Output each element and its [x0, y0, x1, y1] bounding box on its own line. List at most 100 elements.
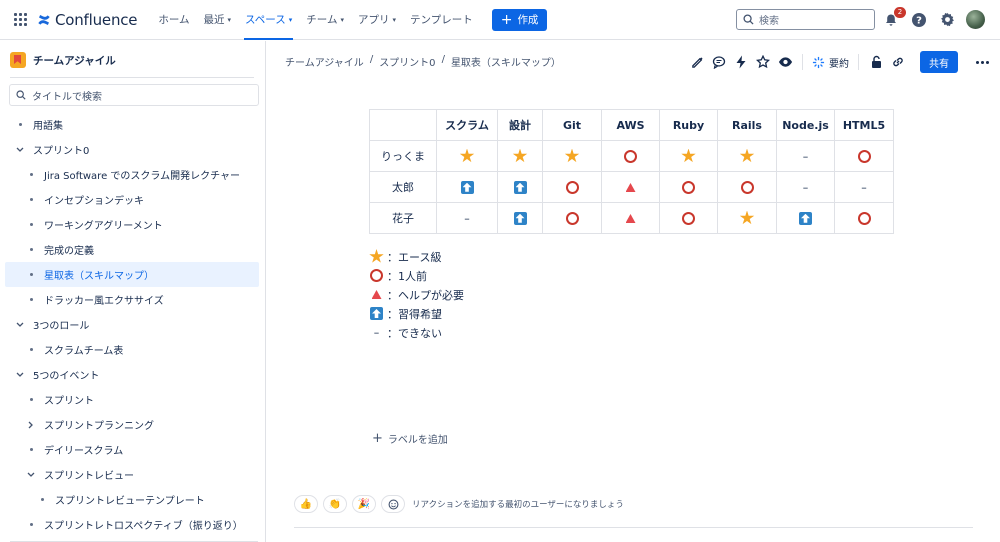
legend-item: ：エース級: [369, 247, 464, 266]
up-arrow-wants-to-learn-icon: [460, 180, 474, 194]
reaction-button-thumbs-up[interactable]: 👍: [294, 495, 318, 513]
skill-cell: [497, 202, 543, 234]
bullet-icon: [37, 498, 47, 501]
skill-cell: [717, 202, 777, 234]
user-avatar[interactable]: [966, 10, 985, 29]
settings-gear-icon[interactable]: [938, 11, 956, 29]
skill-cell: [834, 202, 894, 234]
chevron-right-icon[interactable]: [26, 421, 36, 429]
sidebar-item[interactable]: 星取表（スキルマップ）: [5, 262, 259, 287]
reaction-button-party-popper[interactable]: 🎉: [352, 495, 376, 513]
sidebar-item[interactable]: スプリント: [0, 387, 266, 412]
skill-cell: [601, 202, 660, 234]
sidebar-item[interactable]: ワーキングアグリーメント: [0, 212, 266, 237]
chevron-down-icon: ▾: [288, 15, 293, 24]
skill-cell: [436, 140, 498, 172]
nav-item-0[interactable]: ホーム: [151, 0, 196, 40]
column-header: Node.js: [776, 109, 835, 141]
sidebar-item[interactable]: 3つのロール: [0, 312, 266, 337]
app-switcher-icon[interactable]: [14, 12, 28, 27]
copy-link-icon[interactable]: [890, 54, 906, 70]
bullet-icon: [26, 298, 36, 301]
sidebar-item-label: スプリント0: [33, 146, 90, 157]
sidebar-item[interactable]: Jira Software でのスクラム開発レクチャー: [0, 162, 266, 187]
sidebar-item[interactable]: ドラッカー風エクササイズ: [0, 287, 266, 312]
nav-item-3[interactable]: チーム ▾: [299, 0, 351, 40]
sidebar-item[interactable]: スプリントプランニング: [0, 412, 266, 437]
create-button[interactable]: + 作成: [491, 8, 548, 31]
confluence-logo[interactable]: Confluence: [37, 10, 138, 29]
summarize-button[interactable]: 要約: [812, 55, 849, 70]
chevron-down-icon[interactable]: [26, 472, 36, 478]
legend-symbol: [369, 269, 384, 282]
title-search-input[interactable]: タイトルで検索: [9, 84, 259, 106]
add-label-button[interactable]: + ラベルを追加: [372, 431, 448, 446]
chevron-down-icon[interactable]: [15, 372, 25, 378]
add-reaction-button[interactable]: [381, 495, 405, 513]
star-favorite-icon[interactable]: [755, 54, 771, 70]
sidebar-item[interactable]: スプリントレビューテンプレート: [0, 487, 266, 512]
bullet-icon: [26, 273, 36, 276]
circle-competent-icon: [740, 180, 754, 194]
chevron-down-icon[interactable]: [15, 322, 25, 328]
sidebar-item[interactable]: デイリースクラム: [0, 437, 266, 462]
skill-cell: –: [436, 202, 498, 234]
sidebar-item[interactable]: スプリントレトロスペクティブ（振り返り）: [0, 512, 266, 537]
search-input[interactable]: 検索: [736, 9, 875, 30]
more-actions-icon[interactable]: [976, 60, 989, 64]
dash-cannot-icon: –: [861, 180, 867, 194]
nav-item-1[interactable]: 最近 ▾: [197, 0, 239, 40]
skill-cell: –: [834, 171, 894, 203]
sidebar-item-label: Jira Software でのスクラム開発レクチャー: [44, 171, 241, 182]
automation-lightning-icon[interactable]: [733, 54, 749, 70]
breadcrumb-item[interactable]: チームアジャイル: [285, 54, 364, 69]
bullet-icon: [26, 398, 36, 401]
actions-divider: [858, 54, 859, 70]
chevron-down-icon[interactable]: [15, 147, 25, 153]
sidebar-item[interactable]: スプリント0: [0, 137, 266, 162]
page-actions: 要約 共有: [689, 51, 989, 73]
breadcrumb-item[interactable]: 星取表（スキルマップ）: [451, 54, 561, 69]
column-header: Ruby: [659, 109, 718, 141]
bullet-icon: [26, 223, 36, 226]
member-name-cell: 花子: [369, 202, 437, 234]
share-button[interactable]: 共有: [920, 51, 958, 73]
svg-text:?: ?: [916, 15, 922, 26]
sidebar-item[interactable]: スプリントレビュー: [0, 462, 266, 487]
sidebar-item-label: 5つのイベント: [33, 371, 100, 382]
sidebar-item-label: スプリントプランニング: [44, 421, 154, 432]
member-name-cell: りっくま: [369, 140, 437, 172]
skill-map-table: スクラム 設計 Git AWS Ruby Rails Node.js HTML5 りっくま – 太…: [369, 109, 894, 234]
sidebar-item[interactable]: インセプションデッキ: [0, 187, 266, 212]
comment-icon[interactable]: [711, 54, 727, 70]
notifications-icon[interactable]: 2: [882, 6, 906, 29]
notification-badge: 2: [894, 6, 906, 18]
breadcrumb-item[interactable]: スプリント0: [379, 54, 435, 69]
brand-name: Confluence: [55, 10, 138, 29]
sidebar-item[interactable]: スクラムチーム表: [0, 337, 266, 362]
sidebar-item[interactable]: 完成の定義: [0, 237, 266, 262]
circle-competent-icon: [624, 149, 637, 163]
sidebar-item[interactable]: 5つのイベント: [0, 362, 266, 387]
circle-competent-icon: [857, 149, 871, 163]
nav-item-2[interactable]: スペース ▾: [238, 0, 299, 40]
nav-item-5[interactable]: テンプレート: [403, 0, 480, 40]
legend-text: ：習得希望: [387, 307, 442, 321]
help-icon[interactable]: ?: [910, 11, 928, 29]
triangle-needs-help-icon: [625, 183, 636, 192]
plus-icon: +: [372, 431, 383, 446]
plus-icon: +: [500, 11, 513, 28]
circle-competent-icon: [857, 211, 871, 225]
space-header[interactable]: チームアジャイル: [10, 52, 116, 68]
reaction-button-clapping-hands[interactable]: 👏: [323, 495, 347, 513]
watch-eye-icon[interactable]: [777, 54, 793, 70]
triangle-needs-help-icon: [625, 214, 636, 223]
nav-item-4[interactable]: アプリ ▾: [351, 0, 403, 40]
sidebar-item[interactable]: 用語集: [0, 112, 266, 137]
nav-item-label: 最近: [203, 14, 225, 26]
restrictions-lock-icon[interactable]: [868, 54, 884, 70]
dash-cannot-icon: –: [373, 326, 380, 339]
nav-item-label: ホーム: [158, 14, 190, 26]
sidebar-divider: [10, 77, 254, 78]
edit-pencil-icon[interactable]: [689, 54, 705, 70]
